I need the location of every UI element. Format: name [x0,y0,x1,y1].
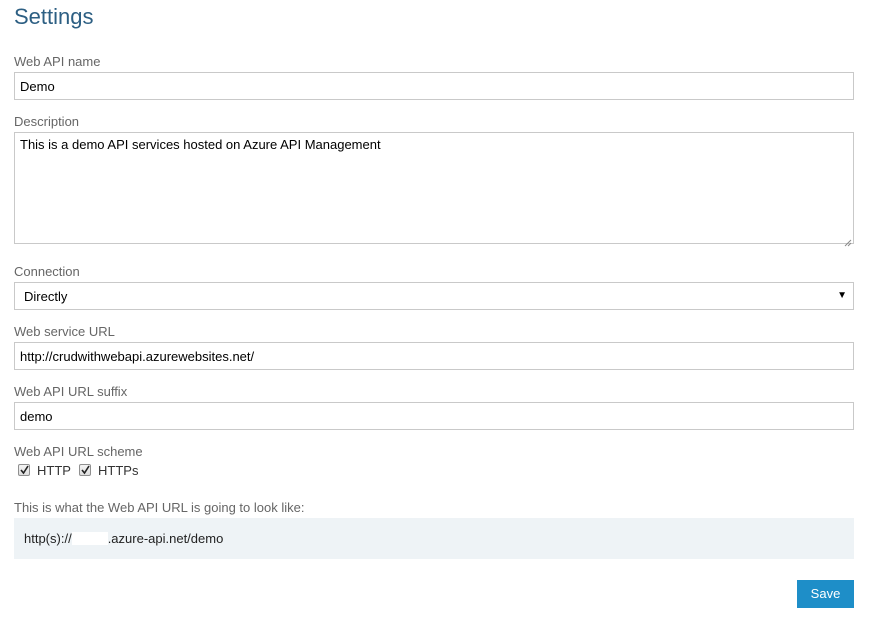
web-api-url-suffix-input[interactable] [14,402,854,430]
page-title: Settings [14,4,94,29]
resize-grip-icon[interactable] [844,234,852,247]
description-field-wrapper: This is a demo API services hosted on Az… [14,132,854,247]
web-service-url-input[interactable] [14,342,854,370]
url-preview-prefix: http(s):// [24,531,72,546]
url-preview-text: http(s):// .azure-api.net/demo [24,531,223,547]
http-checkbox[interactable] [18,464,30,476]
description-label: Description [14,114,80,129]
url-preview-box: http(s):// .azure-api.net/demo [14,518,854,559]
checkmark-icon [81,465,90,475]
description-textarea[interactable]: This is a demo API services hosted on Az… [14,132,854,244]
web-api-url-suffix-label: Web API URL suffix [14,384,128,399]
http-checkbox-label[interactable]: HTTP [37,463,71,479]
url-preview-label: This is what the Web API URL is going to… [14,500,305,515]
https-checkbox[interactable] [79,464,91,476]
web-api-name-input[interactable] [14,72,854,100]
connection-label: Connection [14,264,80,279]
web-api-name-label: Web API name [14,54,101,69]
https-checkbox-label[interactable]: HTTPs [98,463,138,479]
save-button[interactable]: Save [797,580,854,608]
connection-selected-value: Directly [24,289,68,304]
redacted-service-name [71,532,108,545]
web-service-url-label: Web service URL [14,324,115,339]
checkmark-icon [20,465,29,475]
dropdown-arrow-icon: ▼ [837,290,847,301]
connection-select[interactable]: Directly ▼ [14,282,854,310]
web-api-url-scheme-label: Web API URL scheme [14,444,143,459]
url-preview-suffix: .azure-api.net/demo [107,531,224,546]
